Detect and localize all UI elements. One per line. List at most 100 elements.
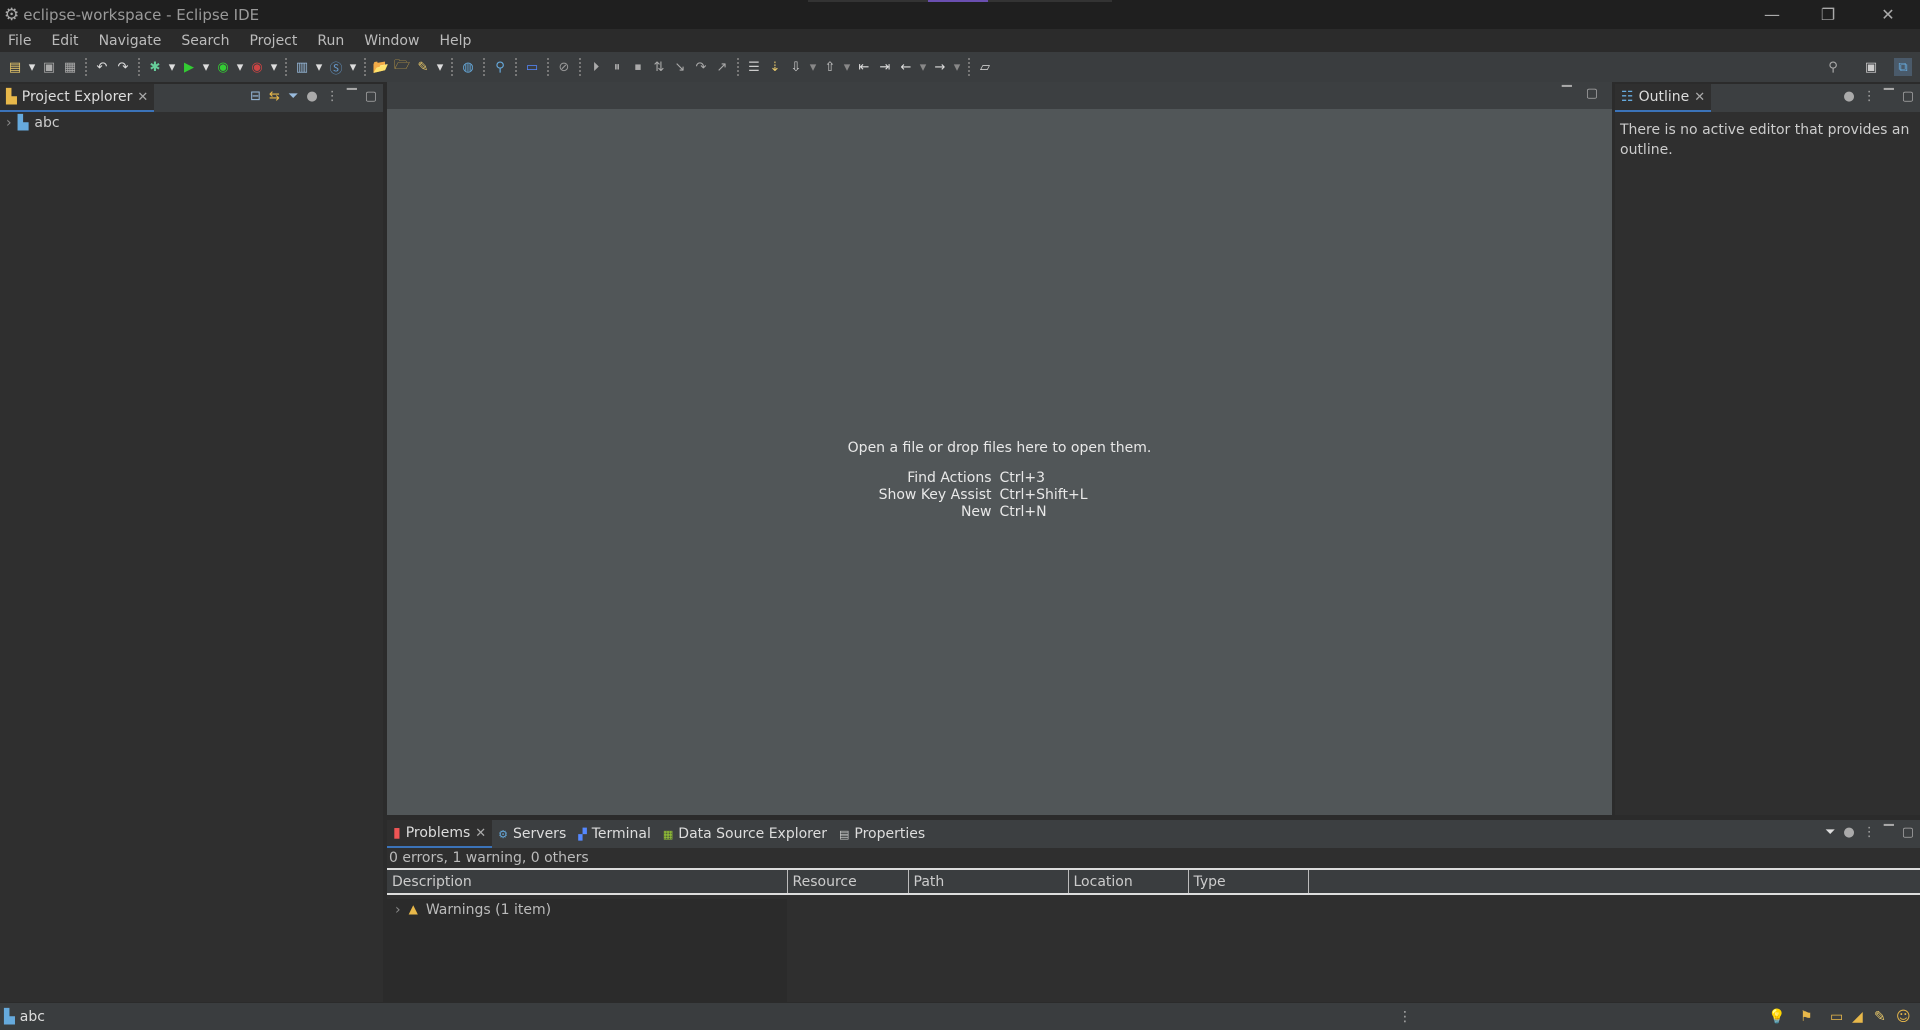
collapse-all-icon[interactable]: ⊟ (250, 89, 261, 104)
link-with-editor-icon[interactable]: ⇆ (269, 89, 280, 104)
maximize-icon[interactable]: ▢ (1586, 86, 1598, 101)
close-window-button[interactable]: ✕ (1860, 0, 1916, 29)
run-icon[interactable]: ▶ (180, 58, 198, 76)
forward-edit-icon[interactable]: ⇥ (876, 58, 894, 76)
save-all-icon[interactable]: ▦ (61, 58, 79, 76)
filter-icon[interactable]: ⏷ (288, 89, 298, 104)
edit-icon[interactable]: ✎ (1874, 1009, 1886, 1025)
tab-servers[interactable]: ⚙ Servers (492, 820, 572, 848)
step-over-icon[interactable]: ↷ (692, 58, 710, 76)
last-edit-icon[interactable]: ⇤ (855, 58, 873, 76)
menu-search[interactable]: Search (173, 33, 241, 49)
minimize-button[interactable]: — (1744, 0, 1800, 29)
menu-navigate[interactable]: Navigate (91, 33, 174, 49)
menu-run[interactable]: Run (309, 33, 356, 49)
coverage-icon[interactable]: ◉ (214, 58, 232, 76)
maximize-icon[interactable]: ▢ (1902, 825, 1914, 840)
progress-icon[interactable]: ☺ (1896, 1009, 1911, 1025)
menu-file[interactable]: File (0, 33, 43, 49)
filter-icon[interactable]: ⏷ (1825, 825, 1835, 840)
tab-problems[interactable]: ▮ Problems ✕ (387, 820, 493, 848)
annotation-prev-icon[interactable]: ⇧ (821, 58, 839, 76)
maximize-icon[interactable]: ▢ (1902, 89, 1914, 104)
search-remote-icon[interactable]: ⚲ (491, 58, 509, 76)
save-icon[interactable]: ▣ (40, 58, 58, 76)
tab-data-source-explorer[interactable]: ▦ Data Source Explorer (657, 820, 833, 848)
dropdown-icon[interactable]: ▾ (235, 58, 245, 76)
dropdown-icon[interactable]: ▾ (314, 58, 324, 76)
maximize-icon[interactable]: ▢ (365, 89, 377, 104)
drop-to-frame-icon[interactable]: ☰ (745, 58, 763, 76)
menu-project[interactable]: Project (241, 33, 309, 49)
column-description[interactable]: Description (387, 870, 788, 894)
notifications-icon[interactable]: ⚑ (1800, 1009, 1813, 1025)
dropdown-icon[interactable]: ▾ (201, 58, 211, 76)
java-ee-perspective-icon[interactable]: ⧉ (1894, 58, 1912, 76)
tasks-icon[interactable]: ▭ (1830, 1009, 1843, 1025)
tab-properties[interactable]: ▤ Properties (833, 820, 931, 848)
table-row[interactable]: › ▲ Warnings (1 item) (387, 899, 787, 921)
step-return-icon[interactable]: ↗ (713, 58, 731, 76)
dropdown-icon[interactable]: ▾ (918, 58, 928, 76)
dropdown-icon[interactable]: ▾ (348, 58, 358, 76)
dropdown-icon[interactable]: ▾ (842, 58, 852, 76)
open-resource-icon[interactable]: 🗁 (393, 58, 411, 76)
dropdown-icon[interactable]: ▾ (27, 58, 37, 76)
bookmarks-icon[interactable]: ◢ (1852, 1009, 1863, 1025)
new-icon[interactable]: ▤ (6, 58, 24, 76)
minimize-icon[interactable]: ▔ (1884, 825, 1894, 840)
open-type-icon[interactable]: 📂 (372, 58, 390, 76)
tab-terminal[interactable]: ▞ Terminal (572, 820, 657, 848)
column-location[interactable]: Location (1068, 870, 1189, 894)
minimize-icon[interactable]: ▔ (347, 89, 357, 104)
minimize-icon[interactable]: ▔ (1562, 86, 1572, 101)
edit-icon[interactable]: ✎ (414, 58, 432, 76)
undo-icon[interactable]: ↶ (93, 58, 111, 76)
skip-breakpoints-icon[interactable]: ⊘ (555, 58, 573, 76)
search-icon[interactable]: ⚲ (1824, 58, 1842, 76)
view-menu-icon[interactable]: ⋮ (326, 89, 339, 104)
tab-outline[interactable]: ☷ Outline ✕ (1615, 84, 1712, 112)
new-servlet-icon[interactable]: Ⓢ (327, 58, 345, 77)
annotation-next-icon[interactable]: ⇩ (787, 58, 805, 76)
close-icon[interactable]: ✕ (1694, 90, 1705, 105)
dropdown-icon[interactable]: ▾ (808, 58, 818, 76)
step-into-icon[interactable]: ↘ (671, 58, 689, 76)
dropdown-icon[interactable]: ▾ (269, 58, 279, 76)
chevron-right-icon[interactable]: › (395, 902, 401, 918)
view-menu-icon[interactable]: ⋮ (1863, 825, 1876, 840)
new-server-icon[interactable]: ▥ (293, 58, 311, 76)
close-icon[interactable]: ✕ (137, 90, 148, 105)
pin-editor-icon[interactable]: ▱ (976, 58, 994, 76)
web-browser-icon[interactable]: ◍ (459, 58, 477, 76)
dropdown-icon[interactable]: ▾ (167, 58, 177, 76)
menu-window[interactable]: Window (356, 33, 431, 49)
editor-area[interactable]: ▔ ▢ Open a file or drop files here to op… (387, 82, 1612, 815)
focus-icon[interactable]: ● (1843, 89, 1854, 104)
disconnect-icon[interactable]: ⇅ (650, 58, 668, 76)
focus-icon[interactable]: ● (1843, 825, 1854, 840)
resume-icon[interactable]: ⏵ (587, 58, 605, 76)
console-icon[interactable]: ▭ (523, 58, 541, 76)
tab-project-explorer[interactable]: ▙ Project Explorer ✕ (0, 84, 155, 112)
back-icon[interactable]: ← (897, 58, 915, 76)
column-path[interactable]: Path (908, 870, 1069, 894)
debug-icon[interactable]: ✱ (146, 58, 164, 76)
external-tools-icon[interactable]: ◉ (248, 58, 266, 76)
dropdown-icon[interactable]: ▾ (952, 58, 962, 76)
tip-icon[interactable]: 💡 (1768, 1009, 1785, 1025)
open-perspective-icon[interactable]: ▣ (1862, 58, 1880, 76)
chevron-right-icon[interactable]: › (6, 115, 12, 131)
menu-help[interactable]: Help (431, 33, 483, 49)
column-resource[interactable]: Resource (787, 870, 909, 894)
column-type[interactable]: Type (1188, 870, 1309, 894)
view-menu-icon[interactable]: ⋮ (1863, 89, 1876, 104)
forward-icon[interactable]: → (931, 58, 949, 76)
dropdown-icon[interactable]: ▾ (435, 58, 445, 76)
restore-button[interactable]: ❐ (1800, 0, 1856, 29)
redo-icon[interactable]: ↷ (114, 58, 132, 76)
close-icon[interactable]: ✕ (475, 826, 486, 841)
minimize-icon[interactable]: ▔ (1884, 89, 1894, 104)
focus-icon[interactable]: ● (306, 89, 317, 104)
tree-item[interactable]: › ▙ abc (0, 112, 383, 134)
